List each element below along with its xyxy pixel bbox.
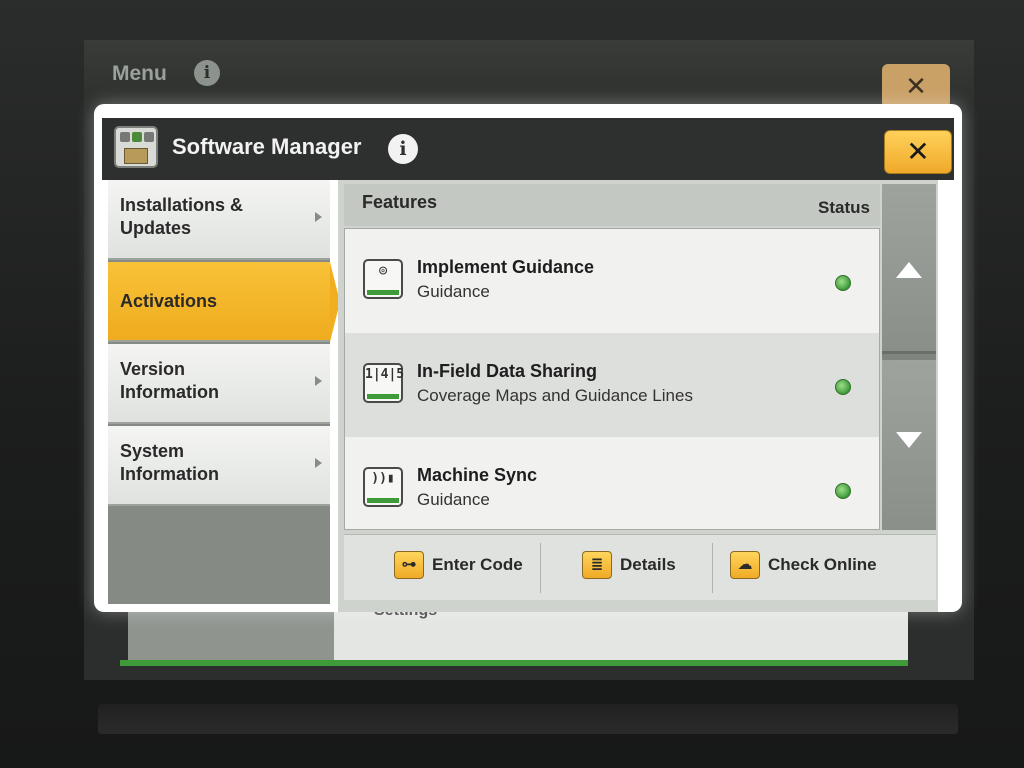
arrow-down-icon bbox=[896, 432, 922, 448]
info-icon[interactable]: i bbox=[194, 60, 220, 86]
feature-subtitle: Guidance bbox=[417, 490, 490, 509]
features-column-header: Features bbox=[362, 192, 438, 212]
features-panel: Features Status ◎ Implement Guidance Gui… bbox=[338, 180, 938, 612]
software-manager-dialog: Software Manager i ✕ Installations & Upd… bbox=[94, 104, 962, 612]
features-table-header: Features Status bbox=[344, 184, 880, 226]
dialog-title: Software Manager bbox=[172, 134, 362, 159]
machine-sync-icon: ))▮ bbox=[363, 467, 403, 507]
cloud-download-icon: ☁ bbox=[730, 551, 760, 579]
divider bbox=[712, 543, 713, 593]
feature-title: Implement Guidance bbox=[417, 257, 595, 277]
status-indicator bbox=[835, 483, 851, 499]
implement-guidance-icon: ◎ bbox=[363, 259, 403, 299]
features-list: ◎ Implement Guidance Guidance 1|4|5 In-F… bbox=[344, 228, 880, 530]
details-label: Details bbox=[620, 555, 676, 574]
divider bbox=[540, 543, 541, 593]
sidebar-nav: Installations & Updates Activations Vers… bbox=[108, 180, 340, 604]
bezel-lip bbox=[98, 704, 958, 734]
list-item[interactable]: ))▮ Machine Sync Guidance bbox=[345, 437, 879, 529]
feature-subtitle: Guidance bbox=[417, 282, 490, 301]
sidebar-item-label: System Information bbox=[120, 441, 219, 484]
sidebar-item-label: Activations bbox=[120, 291, 218, 311]
close-icon[interactable]: ✕ bbox=[882, 64, 950, 108]
green-divider bbox=[120, 660, 908, 666]
close-button[interactable]: ✕ bbox=[884, 130, 952, 174]
enter-code-label: Enter Code bbox=[432, 555, 523, 574]
document-icon: ≣ bbox=[582, 551, 612, 579]
status-indicator bbox=[835, 275, 851, 291]
list-item[interactable]: ◎ Implement Guidance Guidance bbox=[345, 229, 879, 333]
software-manager-icon bbox=[114, 126, 158, 168]
chevron-right-icon bbox=[315, 458, 322, 468]
background-panel bbox=[128, 612, 334, 660]
dialog-header: Software Manager i ✕ bbox=[102, 118, 954, 180]
status-indicator bbox=[835, 379, 851, 395]
action-bar: ⊶ Enter Code ≣ Details ☁ Check Online bbox=[344, 534, 936, 600]
sidebar-item-activations[interactable]: Activations bbox=[108, 262, 340, 342]
scrollbar bbox=[882, 184, 936, 530]
status-column-header: Status bbox=[818, 198, 870, 217]
feature-title: In-Field Data Sharing bbox=[417, 361, 598, 381]
list-item[interactable]: 1|4|5 In-Field Data Sharing Coverage Map… bbox=[345, 333, 879, 437]
scroll-down-button[interactable] bbox=[882, 360, 936, 530]
chevron-right-icon bbox=[315, 376, 322, 386]
chevron-right-icon bbox=[315, 212, 322, 222]
key-icon: ⊶ bbox=[394, 551, 424, 579]
info-icon[interactable]: i bbox=[388, 134, 418, 164]
arrow-up-icon bbox=[896, 262, 922, 278]
sidebar-item-version-information[interactable]: Version Information bbox=[108, 344, 330, 424]
scroll-up-button[interactable] bbox=[882, 184, 936, 354]
feature-subtitle: Coverage Maps and Guidance Lines bbox=[417, 386, 693, 405]
sidebar-item-label: Installations & Updates bbox=[120, 195, 244, 238]
background-menu-title: Menu bbox=[112, 62, 167, 85]
data-sharing-icon: 1|4|5 bbox=[363, 363, 404, 403]
sidebar-item-installations-updates[interactable]: Installations & Updates bbox=[108, 180, 330, 260]
feature-title: Machine Sync bbox=[417, 465, 538, 485]
check-online-label: Check Online bbox=[768, 555, 877, 574]
sidebar-item-label: Version Information bbox=[120, 359, 219, 402]
background-menu-header: Menu i ✕ bbox=[84, 40, 974, 108]
sidebar-item-system-information[interactable]: System Information bbox=[108, 426, 330, 506]
